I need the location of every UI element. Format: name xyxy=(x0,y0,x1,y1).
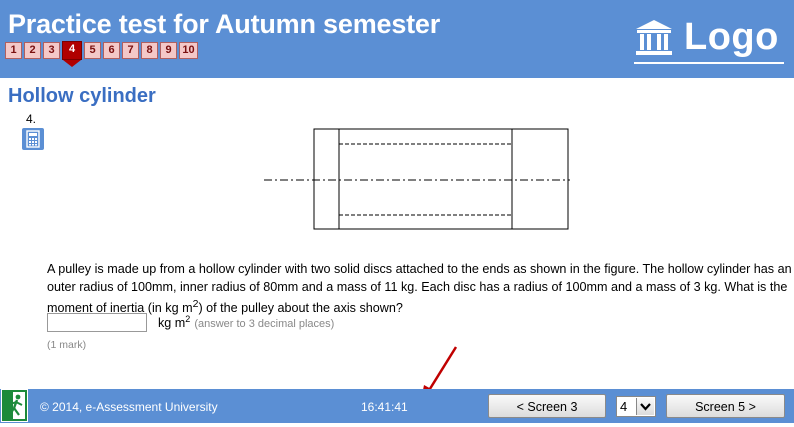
question-nav-8[interactable]: 8 xyxy=(141,42,158,59)
question-nav-7[interactable]: 7 xyxy=(122,42,139,59)
chevron-down-icon[interactable] xyxy=(636,398,654,415)
question-nav-9[interactable]: 9 xyxy=(160,42,177,59)
question-navigation: 1 2 3 4 5 6 7 8 9 10 xyxy=(5,41,198,67)
chevron-down-glyph xyxy=(640,403,651,411)
answer-unit: kg m2 (answer to 3 decimal places) xyxy=(158,314,334,330)
previous-screen-button[interactable]: < Screen 3 xyxy=(488,394,606,418)
answer-input[interactable] xyxy=(47,313,147,332)
question-nav-6[interactable]: 6 xyxy=(103,42,120,59)
hollow-cylinder-figure xyxy=(264,128,570,230)
question-text-part-1: A pulley is made up from a hollow cylind… xyxy=(47,262,792,316)
answer-hint: (answer to 3 decimal places) xyxy=(194,318,335,331)
question-title: Hollow cylinder xyxy=(8,85,156,107)
exit-running-man-icon[interactable] xyxy=(1,389,28,422)
marks-label: (1 mark) xyxy=(47,339,87,351)
bank-building-icon xyxy=(636,20,672,55)
calculator-icon[interactable] xyxy=(22,128,44,150)
question-nav-3[interactable]: 3 xyxy=(43,42,60,59)
screen-select-value: 4 xyxy=(620,399,628,414)
question-nav-1[interactable]: 1 xyxy=(5,42,22,59)
question-nav-5[interactable]: 5 xyxy=(84,42,101,59)
screen-select[interactable]: 4 xyxy=(616,396,656,417)
next-screen-button[interactable]: Screen 5 > xyxy=(666,394,785,418)
question-text: A pulley is made up from a hollow cylind… xyxy=(47,261,792,318)
logo-text: Logo xyxy=(684,16,779,58)
copyright-text: © 2014, e-Assessment University xyxy=(40,400,218,414)
clock: 16:41:41 xyxy=(361,400,408,414)
test-title: Practice test for Autumn semester xyxy=(8,9,441,39)
logo-underline xyxy=(634,62,784,64)
unit-superscript: 2 xyxy=(185,314,191,324)
exit-glyph xyxy=(2,390,27,421)
question-number: 4. xyxy=(26,112,37,126)
question-nav-10[interactable]: 10 xyxy=(179,42,198,59)
calculator-glyph xyxy=(26,130,40,148)
question-nav-2[interactable]: 2 xyxy=(24,42,41,59)
unit-base: kg m xyxy=(158,316,186,331)
question-nav-4-current[interactable]: 4 xyxy=(62,41,82,67)
